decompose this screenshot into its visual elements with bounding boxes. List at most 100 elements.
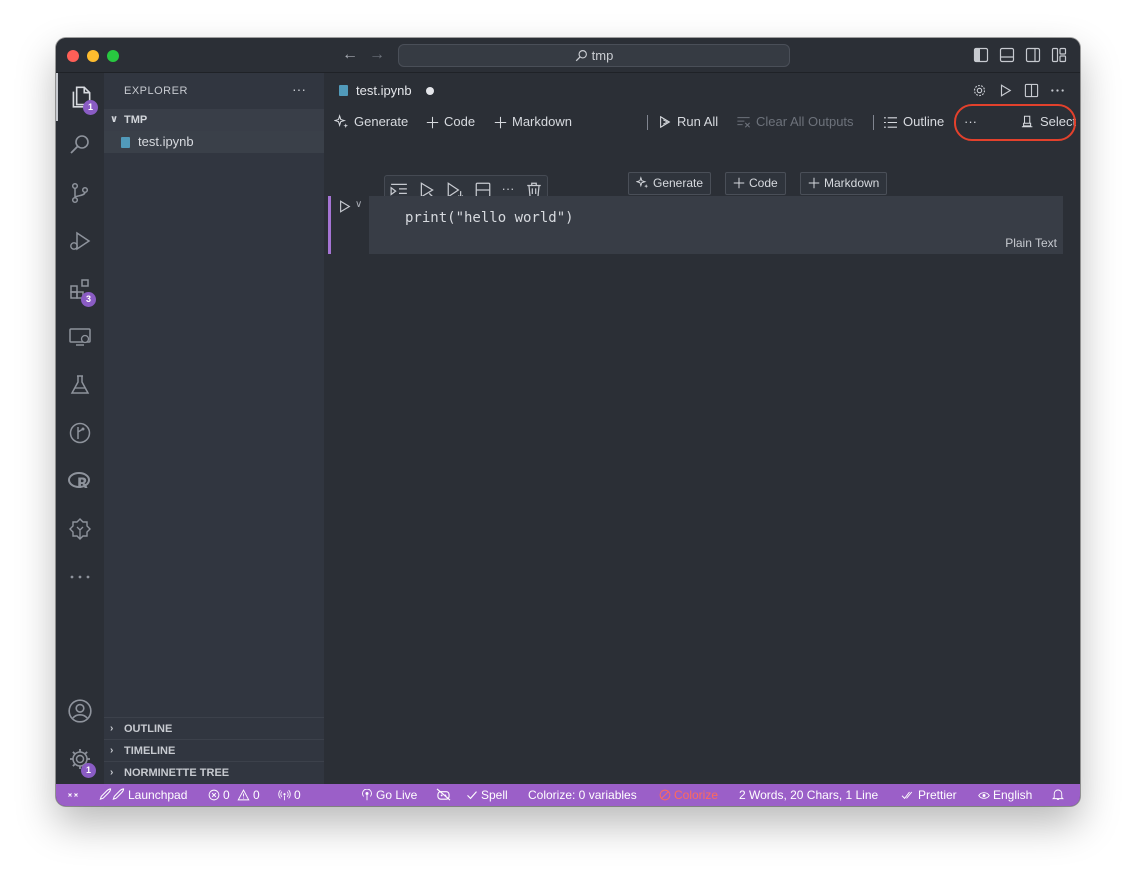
generate-button[interactable]: Generate (333, 113, 408, 131)
bell-icon (1052, 789, 1064, 800)
toggle-secondary-sidebar-icon[interactable] (1025, 47, 1041, 63)
activity-more[interactable] (56, 553, 104, 601)
remote-icon (68, 793, 78, 797)
problems-item[interactable]: 0 0 (208, 784, 260, 806)
toggle-panel-icon[interactable] (999, 47, 1015, 63)
eye-icon (978, 792, 990, 799)
section-outline[interactable]: › OUTLINE (104, 717, 324, 739)
activity-search[interactable] (56, 121, 104, 169)
title-bar: ← → tmp (56, 38, 1080, 73)
notebook-file-icon (339, 85, 348, 96)
word-count-item[interactable]: 2 Words, 20 Chars, 1 Line (739, 784, 878, 806)
file-test-ipynb[interactable]: test.ipynb (104, 131, 324, 153)
minimize-window-button[interactable] (87, 50, 99, 62)
error-count: 0 (223, 788, 230, 802)
folder-tmp[interactable]: ∨ TMP (104, 109, 324, 131)
clear-all-outputs-button[interactable]: Clear All Outputs (736, 113, 854, 131)
tab-test-ipynb[interactable]: test.ipynb (324, 73, 444, 108)
select-kernel-highlight (954, 104, 1076, 141)
colorize-variables-item[interactable]: Colorize: 0 variables (528, 784, 637, 806)
forward-arrow-icon[interactable]: → (367, 45, 387, 65)
activity-accounts[interactable] (56, 687, 104, 735)
activity-tree[interactable] (56, 505, 104, 553)
chevron-right-icon: › (110, 767, 114, 778)
section-timeline[interactable]: › TIMELINE (104, 739, 324, 761)
zoom-window-button[interactable] (107, 50, 119, 62)
remote-indicator[interactable] (67, 784, 82, 806)
sidebar-more-actions[interactable]: ··· (292, 81, 306, 97)
split-editor-icon[interactable] (1024, 83, 1039, 98)
chevron-right-icon: › (110, 745, 114, 756)
folder-label: TMP (124, 114, 148, 126)
copilot-item[interactable] (436, 784, 454, 806)
explorer-sidebar: EXPLORER ··· ∨ TMP test.ipynb › OUTLINE … (104, 73, 324, 784)
file-label: test.ipynb (138, 134, 194, 149)
toggle-primary-sidebar-icon[interactable] (973, 47, 989, 63)
add-markdown-cell-button[interactable]: Markdown (494, 113, 572, 131)
error-icon (208, 789, 220, 801)
language-item[interactable]: English (978, 784, 1032, 806)
unsaved-dot-icon[interactable] (426, 87, 434, 95)
outline-button[interactable]: Outline (883, 113, 944, 131)
plus-icon (494, 116, 507, 129)
source-control-icon (71, 182, 89, 204)
tab-bar: test.ipynb (324, 73, 1080, 108)
go-live-item[interactable]: Go Live (361, 784, 417, 806)
insert-markdown-label: Markdown (824, 176, 880, 190)
explorer-badge: 1 (83, 100, 98, 115)
activity-git-graph[interactable] (56, 409, 104, 457)
plus-icon (733, 177, 745, 189)
search-icon (575, 50, 587, 62)
ports-item[interactable]: 0 (278, 784, 301, 806)
chevron-down-icon[interactable]: ∨ (355, 199, 362, 210)
activity-explorer[interactable]: 1 (56, 73, 104, 121)
run-all-button[interactable]: Run All (658, 113, 718, 131)
command-center-search[interactable]: tmp (398, 44, 790, 67)
more-actions-icon[interactable] (1050, 83, 1065, 98)
rocket-icon (99, 788, 125, 800)
prettier-item[interactable]: Prettier (901, 784, 957, 806)
activity-testing[interactable] (56, 361, 104, 409)
language-label: English (993, 788, 1033, 802)
cell-language-indicator[interactable]: Plain Text (1005, 236, 1057, 250)
sparkle-icon (333, 114, 349, 129)
sparkle-icon (635, 176, 649, 189)
notebook-editor: test.ipynb Generate Code Markdown Run Al… (324, 73, 1080, 784)
colorize-item[interactable]: Colorize (659, 784, 718, 806)
activity-r[interactable]: R (56, 457, 104, 505)
back-arrow-icon[interactable]: ← (340, 45, 360, 65)
activity-source-control[interactable] (56, 169, 104, 217)
launchpad-item[interactable]: Launchpad (98, 784, 187, 806)
close-window-button[interactable] (67, 50, 79, 62)
activity-extensions[interactable]: 3 (56, 265, 104, 313)
warning-count: 0 (253, 788, 260, 802)
disabled-circle-icon (659, 789, 671, 801)
code-label: Code (444, 114, 476, 129)
cell-source[interactable]: print("hello world") (405, 210, 574, 226)
gear-icon[interactable] (972, 83, 987, 98)
launchpad-label: Launchpad (128, 788, 188, 802)
notebook-file-icon (121, 137, 130, 148)
activity-run-debug[interactable] (56, 217, 104, 265)
flask-icon (70, 375, 90, 394)
insert-code-button[interactable]: Code (725, 172, 786, 195)
insert-generate-button[interactable]: Generate (628, 172, 712, 195)
remote-explorer-icon (69, 328, 91, 346)
broadcast-icon (278, 789, 291, 801)
spell-item[interactable]: Spell (466, 784, 508, 806)
run-icon[interactable] (998, 83, 1012, 98)
run-all-icon (660, 115, 671, 129)
ports-count: 0 (294, 788, 301, 802)
customize-layout-icon[interactable] (1051, 47, 1067, 63)
section-norminette-tree[interactable]: › NORMINETTE TREE (104, 761, 324, 783)
go-live-label: Go Live (376, 788, 418, 802)
code-cell[interactable]: print("hello world") Plain Text (369, 196, 1063, 254)
run-cell-icon[interactable] (338, 199, 352, 214)
add-code-cell-button[interactable]: Code (426, 113, 475, 131)
activity-remote-explorer[interactable] (56, 313, 104, 361)
insert-markdown-button[interactable]: Markdown (800, 172, 888, 195)
svg-text:R: R (77, 476, 88, 492)
spell-label: Spell (481, 788, 508, 802)
activity-manage[interactable]: 1 (56, 735, 104, 783)
notifications-item[interactable] (1052, 784, 1067, 806)
